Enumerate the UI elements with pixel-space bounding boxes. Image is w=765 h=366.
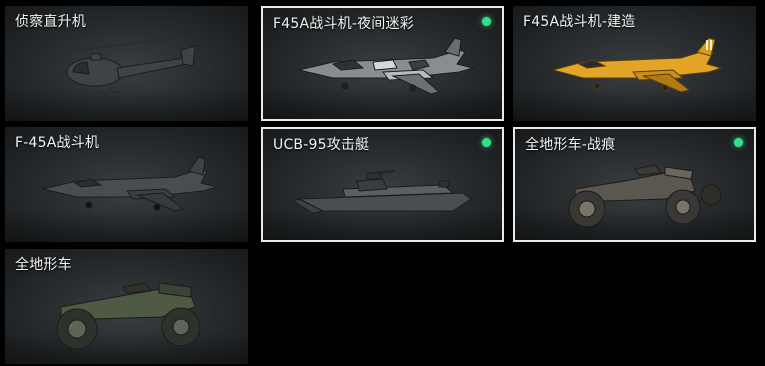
vehicle-card-f45a-build[interactable]: F45A战斗机-建造 (513, 6, 756, 121)
vehicle-label: F45A战斗机-建造 (523, 14, 636, 30)
vehicle-card-scout-helicopter[interactable]: 侦察直升机 (5, 6, 248, 121)
vehicle-card-atv[interactable]: 全地形车 (5, 249, 248, 364)
vehicle-label: UCB-95攻击艇 (273, 137, 370, 153)
vehicle-label: F45A战斗机-夜间迷彩 (273, 16, 414, 32)
owned-indicator-icon (478, 13, 495, 30)
vehicle-label: 侦察直升机 (15, 14, 86, 30)
vehicle-card-f45a-night-camo[interactable]: F45A战斗机-夜间迷彩 (261, 6, 504, 121)
vehicle-label: F-45A战斗机 (15, 135, 100, 151)
vehicle-grid: 侦察直升机 F45A战斗机-夜间迷彩 F45A战斗机-建造 F-45A战斗机 U… (0, 0, 765, 366)
vehicle-label: 全地形车 (15, 257, 72, 273)
owned-indicator-icon (730, 134, 747, 151)
vehicle-card-ucb95-attack-boat[interactable]: UCB-95攻击艇 (261, 127, 504, 242)
vehicle-card-f45a[interactable]: F-45A战斗机 (5, 127, 248, 242)
owned-indicator-icon (478, 134, 495, 151)
vehicle-label: 全地形车-战痕 (525, 137, 616, 153)
vehicle-card-atv-battle-scar[interactable]: 全地形车-战痕 (513, 127, 756, 242)
